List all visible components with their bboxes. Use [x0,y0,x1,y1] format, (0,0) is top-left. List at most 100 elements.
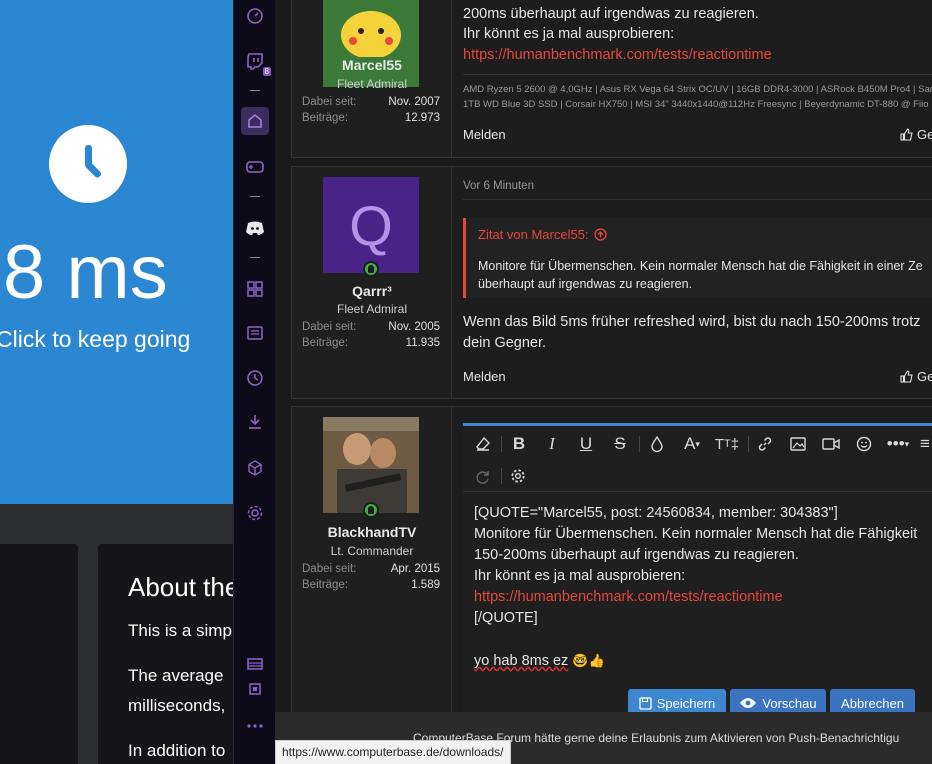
quote-line: überhaupt auf irgendwas zu reagieren. [478,277,693,291]
italic-button[interactable]: I [540,430,564,458]
about-paragraph: This is a simp [128,621,232,640]
joined-label: Dabei seit: [302,96,357,108]
twitch-badge: 8 [262,67,271,76]
user-name[interactable]: Qarrr³ [292,283,452,299]
joined-value: Nov. 2007 [388,96,440,108]
link-icon[interactable] [753,430,777,458]
avatar[interactable] [323,0,419,87]
cpu-icon[interactable] [241,675,269,703]
speedometer-icon[interactable] [241,2,269,30]
user-rank: Fleet Admiral [336,77,408,91]
editor-line: Monitore für Übermenschen. Kein normaler… [474,526,918,542]
save-label: Speichern [656,695,716,711]
post-text-line: dein Gegner. [463,335,547,351]
quote-author: Zitat von Marcel55: [478,227,589,242]
home-icon[interactable] [241,107,269,135]
save-icon [639,696,652,710]
user-rank: Fleet Admiral [336,302,408,316]
reaction-result: 8 ms [3,230,168,315]
avatar[interactable] [323,417,419,513]
about-title: About the [128,572,238,602]
post-user-info: Q Qarrr³ Fleet Admiral Dabei seit: Nov. … [292,167,452,398]
avatar[interactable]: Q [323,177,419,273]
editor-line: 150-200ms überhaupt auf irgendwas zu rea… [474,547,799,563]
editor-line: Ihr könnt es ja mal ausprobieren: [474,568,686,584]
reply-textarea[interactable]: [QUOTE="Marcel55, post: 24560834, member… [474,503,917,671]
forum-thread: Marcel55 Fleet Admiral Dabei seit: Nov. … [275,0,932,764]
history-icon[interactable] [241,364,269,392]
cancel-label: Abbrechen [841,695,904,711]
underline-button[interactable]: U [574,430,598,458]
user-name[interactable]: BlackhandTV [292,524,452,540]
thumbs-up-icon [900,128,913,141]
smiley-icon[interactable] [852,430,876,458]
quote-block: Zitat von Marcel55: Monitore für Übermen… [463,218,932,298]
signature-line: 1TB WD Blue 3D SSD | Corsair HX750 | MSI… [463,99,929,110]
editor-line-text: [QUOTE="Marcel55, post: 24560834, member… [474,505,838,521]
post-content: 200ms überhaupt auf irgendwas zu reagier… [463,0,932,157]
about-paragraph: In addition to [128,741,226,760]
posts-label: Beiträge: [302,337,349,349]
posts-value: 1.589 [411,579,440,591]
like-label: Gefäll [917,369,932,384]
more-options-icon[interactable]: ••• ▾ [883,430,913,458]
quote-line: Monitore für Übermenschen. Kein normaler… [478,259,923,273]
report-link[interactable]: Melden [463,369,506,384]
joined-label: Dabei seit: [302,321,357,333]
quote-header[interactable]: Zitat von Marcel55: [478,227,607,242]
eraser-icon[interactable] [471,430,495,458]
emoji: 🤓👍 [572,653,605,668]
font-size-button[interactable]: T T ‡ [711,430,743,458]
quote-text: Monitore für Übermenschen. Kein normaler… [478,257,923,293]
signature-line: AMD Ryzen 5 2600 @ 4,0GHz | Asus RX Vega… [463,84,932,95]
discord-icon[interactable] [241,214,269,242]
image-icon[interactable] [786,430,810,458]
cube-icon[interactable] [241,454,269,482]
post-text-line: Ihr könnt es ja mal ausprobieren: [463,26,675,42]
gamepad-icon[interactable] [241,153,269,181]
posts-label: Beiträge: [302,112,349,124]
font-family-button[interactable]: A ▾ [677,430,707,458]
media-icon[interactable] [819,430,843,458]
online-status-icon [363,502,379,518]
news-icon[interactable] [241,319,269,347]
bold-button[interactable]: B [507,430,531,458]
reaction-test-area[interactable]: 8 ms Click to keep going [0,0,233,504]
twitch-icon[interactable]: 8 [241,47,271,76]
joined-label: Dabei seit: [302,563,357,575]
like-label: Gefäll [917,127,932,142]
editor-settings-icon[interactable] [506,462,530,490]
post-text-line: 200ms überhaupt auf irgendwas zu reagier… [463,6,759,22]
about-paragraph: milliseconds, [128,696,226,715]
like-button[interactable]: Gefäll [900,369,932,384]
editor-line: yo hab 8ms ez 🤓👍 [474,650,917,671]
post-time[interactable]: Vor 6 Minuten [463,180,534,192]
strikethrough-button[interactable]: S [608,430,632,458]
post-user-info: BlackhandTV Lt. Commander Dabei seit: Ap… [292,407,452,745]
arrow-up-circle-icon [593,228,607,241]
report-link[interactable]: Melden [463,127,506,142]
preview-label: Vorschau [762,695,817,711]
post-link[interactable]: https://humanbenchmark.com/tests/reactio… [463,47,772,63]
editor-line: [/QUOTE] [474,610,538,626]
grid-icon[interactable] [241,275,269,303]
joined-value: Apr. 2015 [390,563,440,575]
browser-sidebar: 8 [233,0,275,764]
thumbs-up-icon [900,370,913,383]
user-rank: Lt. Commander [330,544,414,558]
download-icon[interactable] [241,408,269,436]
info-card-left [0,544,78,764]
forum-post: Marcel55 Fleet Admiral Dabei seit: Nov. … [291,0,932,158]
posts-value: 11.935 [405,337,440,349]
align-icon[interactable]: ≡ [915,430,932,458]
color-drop-icon[interactable] [645,430,669,458]
redo-icon[interactable] [471,462,495,490]
user-name[interactable]: Marcel55 [292,57,452,73]
like-button[interactable]: Gefäll [900,127,932,142]
settings-icon[interactable] [241,499,269,527]
eye-icon [740,698,757,708]
editor-line: [QUOTE="Marcel55, post: 24560834, member… [474,503,917,524]
more-icon[interactable] [241,712,269,740]
memory-icon[interactable] [241,650,269,678]
post-content: Vor 6 Minuten Zitat von Marcel55: Monito… [463,167,932,398]
